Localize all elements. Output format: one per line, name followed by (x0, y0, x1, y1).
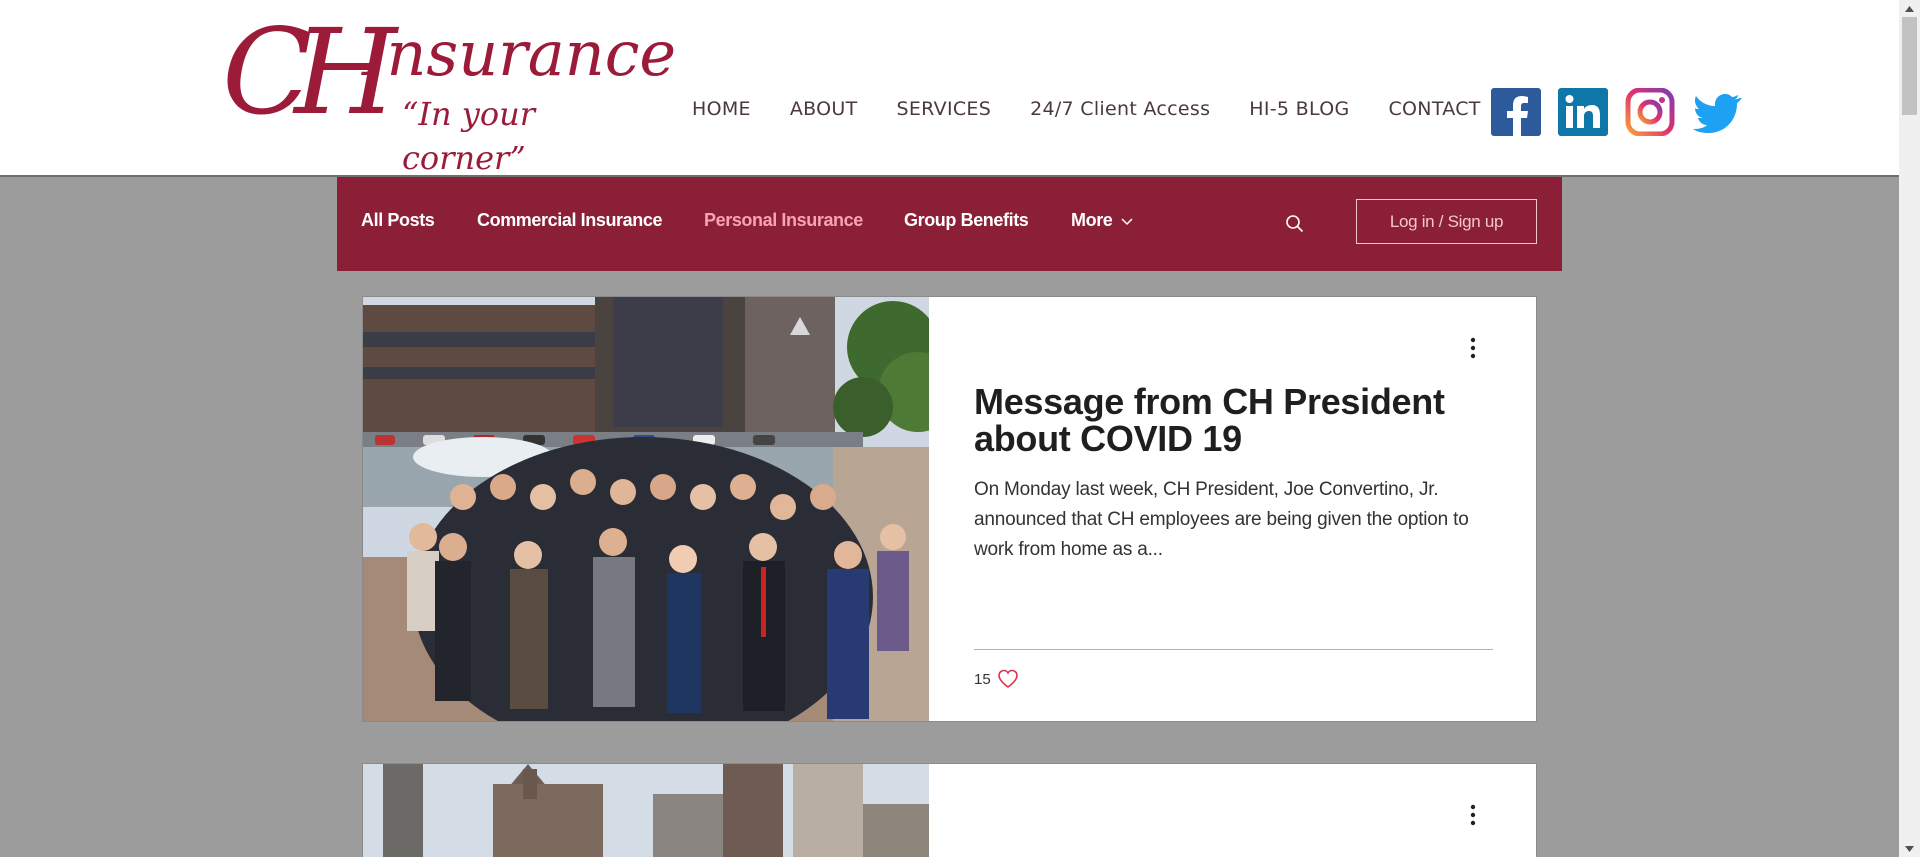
scrollbar-thumb[interactable] (1902, 17, 1917, 115)
post-title[interactable]: Message from CH President about COVID 19 (974, 383, 1494, 457)
logo-mark-text: CH (222, 3, 397, 141)
like-count: 15 (974, 670, 991, 688)
category-all-posts[interactable]: All Posts (361, 210, 435, 231)
blog-post-card[interactable]: Message from CH President about COVID 19… (362, 296, 1537, 722)
blog-post-card[interactable] (362, 763, 1537, 857)
logo-tagline: “In your corner” (402, 95, 536, 177)
linkedin-icon[interactable] (1558, 88, 1608, 136)
category-more[interactable]: More (1071, 210, 1134, 231)
scroll-down-icon[interactable] (1899, 840, 1920, 857)
category-commercial-insurance[interactable]: Commercial Insurance (477, 210, 662, 231)
logo-wordmark: Insurance (362, 17, 677, 90)
blog-category-nav: All Posts Commercial Insurance Personal … (337, 177, 1562, 271)
post-divider (974, 649, 1493, 650)
nav-services[interactable]: SERVICES (897, 98, 992, 120)
post-cover-image[interactable] (363, 297, 929, 721)
scroll-up-icon[interactable] (1899, 0, 1920, 17)
post-menu-icon[interactable] (1468, 804, 1478, 826)
category-more-label: More (1071, 210, 1113, 230)
nav-home[interactable]: HOME (692, 98, 751, 120)
login-signup-button[interactable]: Log in / Sign up (1356, 199, 1537, 244)
heart-icon[interactable] (997, 669, 1019, 689)
instagram-icon[interactable] (1625, 88, 1675, 136)
logo-mark: CH (222, 10, 397, 135)
post-content: Message from CH President about COVID 19… (974, 383, 1494, 565)
main-nav: HOME ABOUT SERVICES 24/7 Client Access H… (692, 98, 1520, 120)
post-excerpt: On Monday last week, CH President, Joe C… (974, 479, 1469, 560)
nav-about[interactable]: ABOUT (790, 98, 858, 120)
post-menu-icon[interactable] (1468, 337, 1478, 359)
nav-client-access[interactable]: 24/7 Client Access (1030, 98, 1210, 120)
category-personal-insurance[interactable]: Personal Insurance (704, 210, 863, 231)
category-group-benefits[interactable]: Group Benefits (904, 210, 1029, 231)
post-likes: 15 (974, 669, 1019, 689)
site-header: CH Insurance “In your corner” HOME ABOUT… (0, 0, 1899, 177)
nav-blog[interactable]: HI-5 BLOG (1249, 98, 1349, 120)
site-logo[interactable]: CH Insurance “In your corner” (222, 10, 676, 178)
page-scrollbar[interactable] (1899, 0, 1920, 857)
search-icon[interactable] (1284, 213, 1306, 235)
post-cover-image[interactable] (363, 764, 929, 857)
twitter-icon[interactable] (1692, 88, 1742, 136)
social-links (1491, 88, 1742, 136)
nav-contact[interactable]: CONTACT (1388, 98, 1480, 120)
facebook-icon[interactable] (1491, 88, 1541, 136)
chevron-down-icon (1121, 218, 1133, 226)
